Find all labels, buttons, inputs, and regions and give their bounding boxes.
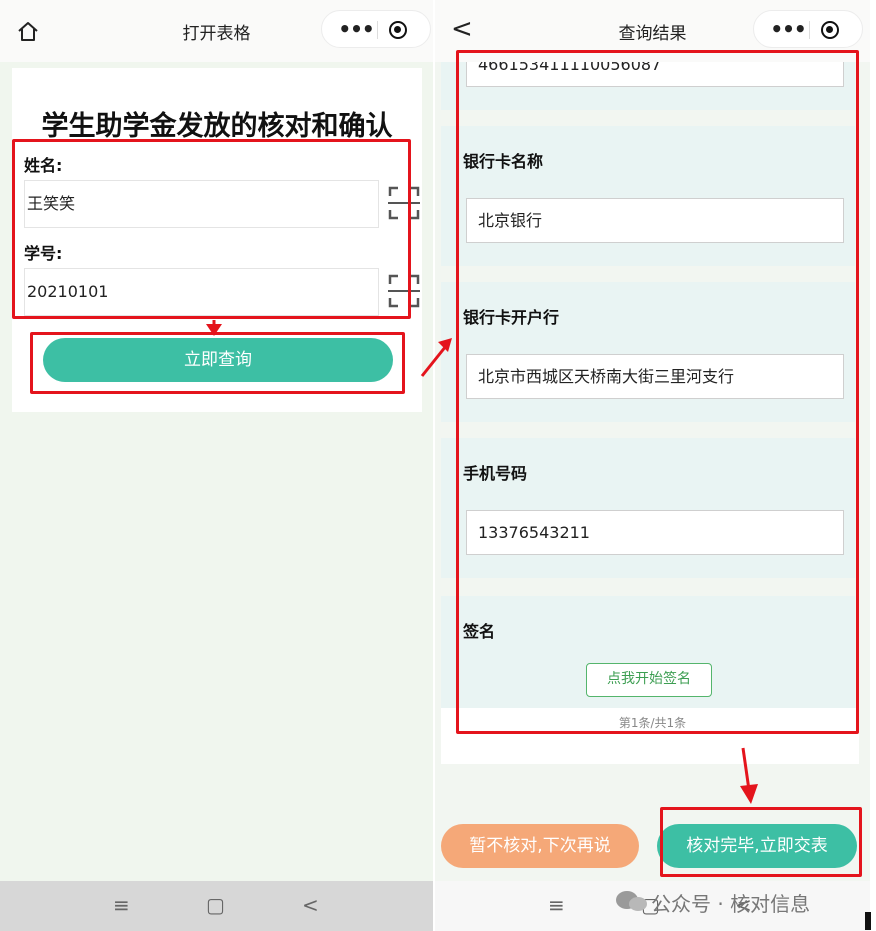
signature-label: 签名 xyxy=(463,622,496,641)
bank-name-field[interactable]: 北京银行 xyxy=(466,198,844,243)
bank-branch-field[interactable]: 北京市西城区天桥南大街三里河支行 xyxy=(466,354,844,399)
scan-icon[interactable] xyxy=(388,186,420,220)
capsule-menu: ••• xyxy=(753,10,863,48)
right-top-bar: < 查询结果 ••• xyxy=(435,0,870,62)
capsule-divider xyxy=(377,21,378,39)
target-icon[interactable] xyxy=(389,21,407,39)
target-icon[interactable] xyxy=(821,21,839,39)
bank-name-label: 银行卡名称 xyxy=(463,152,544,171)
phone-field[interactable]: 13376543211 xyxy=(466,510,844,555)
pagination-text: 第1条/共1条 xyxy=(618,716,687,730)
start-signature-button[interactable]: 点我开始签名 xyxy=(586,663,712,697)
bank-name-section: 银行卡名称 北京银行 xyxy=(441,126,855,266)
name-label: 姓名: xyxy=(24,156,63,175)
watermark-text: 公众号 · 核对信息 xyxy=(651,892,811,916)
capsule-menu: ••• xyxy=(321,10,431,48)
bank-branch-section: 银行卡开户行 北京市西城区天桥南大街三里河支行 xyxy=(441,282,855,422)
home-square-icon[interactable]: ▢ xyxy=(206,893,225,917)
scan-icon[interactable] xyxy=(388,274,420,308)
wechat-icon xyxy=(616,891,647,911)
menu-icon[interactable]: ≡ xyxy=(113,893,130,917)
query-button[interactable]: 立即查询 xyxy=(43,338,393,382)
phone-label: 手机号码 xyxy=(463,464,528,483)
left-top-bar: 打开表格 ••• xyxy=(0,0,433,62)
form-heading: 学生助学金发放的核对和确认 xyxy=(41,111,393,142)
right-phone-screen: 466153411110056087 银行卡名称 北京银行 银行卡开户行 北京市… xyxy=(435,0,870,931)
capsule-divider xyxy=(809,21,810,39)
more-dots-icon[interactable]: ••• xyxy=(768,11,808,49)
name-field[interactable]: 王笑笑 xyxy=(24,180,379,228)
student-id-label: 学号: xyxy=(24,244,63,263)
student-id-field[interactable]: 20210101 xyxy=(24,268,379,316)
left-phone-screen: 打开表格 ••• 学生助学金发放的核对和确认 姓名: 王笑笑 学号: 20210… xyxy=(0,0,433,931)
bank-branch-label: 银行卡开户行 xyxy=(463,308,560,327)
phone-section: 手机号码 13376543211 xyxy=(441,438,855,578)
more-dots-icon[interactable]: ••• xyxy=(336,11,376,49)
left-system-nav-bar: ≡ ▢ < xyxy=(0,881,433,931)
submit-button[interactable]: 核对完毕,立即交表 xyxy=(657,824,857,868)
menu-icon[interactable]: ≡ xyxy=(548,893,565,917)
nav-back-icon[interactable]: < xyxy=(302,893,319,917)
later-button[interactable]: 暂不核对,下次再说 xyxy=(441,824,639,868)
